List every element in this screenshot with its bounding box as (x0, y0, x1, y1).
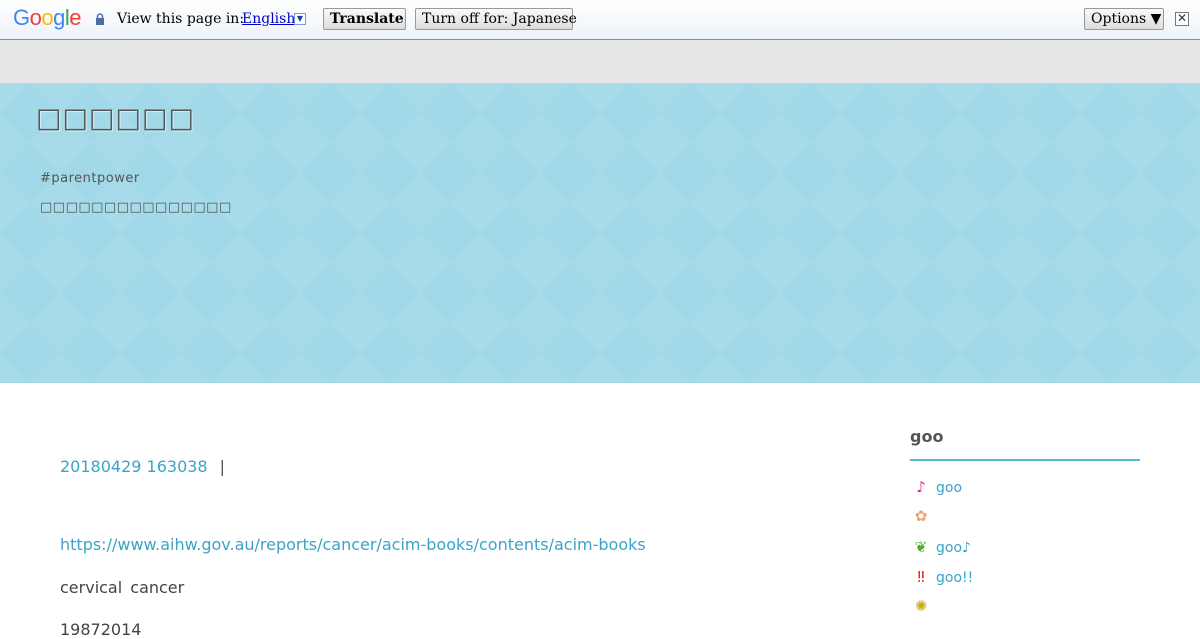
sidebar-item-label: goo (936, 480, 963, 496)
sidebar-item-label: goo!! (936, 570, 974, 586)
language-select[interactable]: English (242, 11, 295, 27)
blog-title[interactable]: □□□□□□ (36, 103, 195, 134)
options-button[interactable]: Options ▼ (1084, 8, 1164, 30)
translate-bar: Google View this page in: English ▼ Tran… (0, 0, 1200, 40)
translate-button[interactable]: Translate (323, 8, 406, 30)
turn-off-button[interactable]: Turn off for: Japanese (415, 8, 577, 30)
sidebar-item-label: goo♪ (936, 540, 971, 556)
blog-description: □□□□□□□□□□□□□□□ (40, 200, 232, 215)
top-strip (0, 40, 1200, 83)
blog-header: □□□□□□ #parentpower □□□□□□□□□□□□□□□ (0, 83, 1200, 383)
sidebar-divider (910, 459, 1140, 461)
google-logo: Google (13, 5, 82, 30)
blog-hashtag: #parentpower (40, 171, 140, 186)
post-meta-separator: | (219, 457, 225, 476)
post-body-text: cervical cancer (60, 578, 185, 597)
post-date-link[interactable]: 20180429 163038 (60, 457, 208, 476)
sidebar-title: goo (910, 427, 944, 446)
double-exclamation-icon: ‼ (917, 568, 925, 586)
view-page-in-label: View this page in: (117, 11, 245, 27)
sprout-icon: ❦ (914, 538, 928, 556)
lock-icon (96, 13, 104, 25)
post-meta: 20180429 163038 | (60, 457, 225, 476)
flower-icon: ✿ (914, 507, 928, 525)
close-icon[interactable]: ✕ (1175, 12, 1189, 26)
music-note-icon: ♪ (916, 478, 926, 496)
post-external-link[interactable]: https://www.aihw.gov.au/reports/cancer/a… (60, 535, 646, 554)
language-dropdown-icon[interactable]: ▼ (294, 13, 306, 25)
lightbulb-icon: ✺ (914, 597, 928, 615)
